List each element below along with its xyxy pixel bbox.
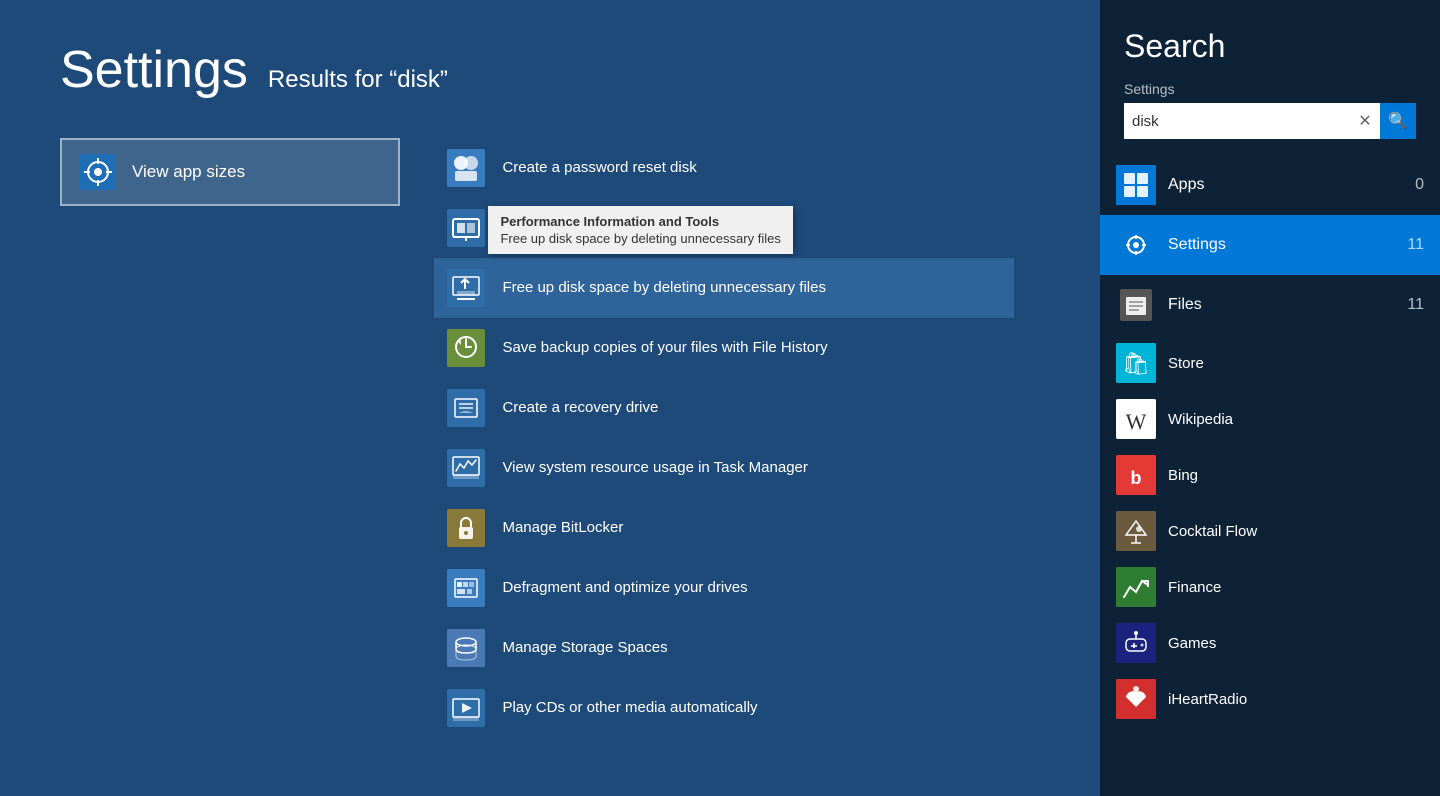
search-section: Settings ✕ 🔍 (1100, 81, 1440, 155)
sidebar-app-store[interactable]: 🛍 Store (1100, 335, 1440, 391)
search-submit-button[interactable]: 🔍 (1380, 103, 1416, 139)
storage-spaces-icon (446, 628, 486, 668)
search-clear-button[interactable]: ✕ (1350, 103, 1380, 139)
view-app-sizes-icon (78, 152, 118, 192)
wikipedia-icon: W (1116, 399, 1156, 439)
finance-icon (1116, 567, 1156, 607)
store-label: Store (1168, 355, 1204, 372)
result-recovery-drive[interactable]: Create a recovery drive (434, 378, 1014, 438)
view-app-sizes-label: View app sizes (132, 162, 245, 182)
defrag-label: Defragment and optimize your drives (502, 578, 747, 598)
bing-icon: b (1116, 455, 1156, 495)
games-icon (1116, 623, 1156, 663)
recovery-drive-label: Create a recovery drive (502, 398, 658, 418)
sidebar-category-apps[interactable]: Apps 0 (1100, 155, 1440, 215)
apps-category-count: 0 (1415, 176, 1424, 194)
svg-text:b: b (1131, 468, 1142, 488)
cocktail-label: Cocktail Flow (1168, 523, 1257, 540)
file-history-label: Save backup copies of your files with Fi… (502, 338, 827, 358)
search-section-label: Settings (1124, 81, 1416, 97)
sidebar: Search Settings ✕ 🔍 Apps 0 (1100, 0, 1440, 796)
files-category-icon (1116, 285, 1156, 325)
sidebar-app-games[interactable]: Games (1100, 615, 1440, 671)
sidebar-categories: Apps 0 Settings 11 (1100, 155, 1440, 796)
sidebar-category-settings[interactable]: Settings 11 (1100, 215, 1440, 275)
defrag-icon (446, 568, 486, 608)
search-box: ✕ 🔍 (1124, 103, 1416, 139)
sidebar-app-cocktail[interactable]: Cocktail Flow (1100, 503, 1440, 559)
format-partitions-icon (446, 208, 486, 248)
sidebar-category-files[interactable]: Files 11 (1100, 275, 1440, 335)
recovery-drive-icon (446, 388, 486, 428)
storage-spaces-label: Manage Storage Spaces (502, 638, 667, 658)
store-icon: 🛍 (1116, 343, 1156, 383)
password-reset-label: Create a password reset disk (502, 158, 696, 178)
sidebar-app-finance[interactable]: Finance (1100, 559, 1440, 615)
left-panel: View app sizes (60, 138, 410, 206)
tooltip-subtitle: Free up disk space by deleting unnecessa… (500, 231, 780, 246)
bitlocker-icon (446, 508, 486, 548)
page-title: Settings (60, 40, 248, 100)
bing-label: Bing (1168, 467, 1198, 484)
task-manager-icon (446, 448, 486, 488)
task-manager-label: View system resource usage in Task Manag… (502, 458, 807, 478)
header-row: Settings Results for “disk” (60, 40, 1040, 108)
settings-category-icon (1116, 225, 1156, 265)
results-subtitle: Results for “disk” (268, 66, 448, 94)
svg-text:🛍: 🛍 (1122, 351, 1150, 376)
iheart-icon (1116, 679, 1156, 719)
result-play-cds[interactable]: Play CDs or other media automatically (434, 678, 1014, 738)
svg-text:W: W (1126, 409, 1147, 434)
bitlocker-label: Manage BitLocker (502, 518, 623, 538)
results-panel: Create a password reset disk Create and … (434, 138, 1014, 738)
result-file-history[interactable]: Save backup copies of your files with Fi… (434, 318, 1014, 378)
main-content: Settings Results for “disk” View app siz… (0, 0, 1100, 796)
file-history-icon (446, 328, 486, 368)
result-storage-spaces[interactable]: Manage Storage Spaces (434, 618, 1014, 678)
result-free-disk-space[interactable]: Performance Information and Tools Free u… (434, 258, 1014, 318)
free-disk-space-label: Free up disk space by deleting unnecessa… (502, 278, 826, 298)
apps-category-icon (1116, 165, 1156, 205)
play-cds-icon (446, 688, 486, 728)
sidebar-app-wikipedia[interactable]: W Wikipedia (1100, 391, 1440, 447)
result-bitlocker[interactable]: Manage BitLocker (434, 498, 1014, 558)
finance-label: Finance (1168, 579, 1221, 596)
sidebar-title: Search (1100, 0, 1440, 81)
free-disk-space-icon (446, 268, 486, 308)
password-reset-icon (446, 148, 486, 188)
files-category-label: Files (1168, 296, 1407, 314)
result-task-manager[interactable]: View system resource usage in Task Manag… (434, 438, 1014, 498)
cocktail-icon (1116, 511, 1156, 551)
wikipedia-label: Wikipedia (1168, 411, 1233, 428)
tooltip: Performance Information and Tools Free u… (488, 206, 792, 254)
settings-category-label: Settings (1168, 236, 1407, 254)
sidebar-app-bing[interactable]: b Bing (1100, 447, 1440, 503)
view-app-sizes-item[interactable]: View app sizes (60, 138, 400, 206)
search-input[interactable] (1124, 103, 1350, 139)
files-category-count: 11 (1407, 296, 1424, 314)
tooltip-title: Performance Information and Tools (500, 214, 780, 229)
result-password-reset[interactable]: Create a password reset disk (434, 138, 1014, 198)
iheart-label: iHeartRadio (1168, 691, 1247, 708)
result-defrag[interactable]: Defragment and optimize your drives (434, 558, 1014, 618)
sidebar-app-iheart[interactable]: iHeartRadio (1100, 671, 1440, 727)
games-label: Games (1168, 635, 1216, 652)
settings-category-count: 11 (1407, 236, 1424, 254)
apps-category-label: Apps (1168, 176, 1415, 194)
play-cds-label: Play CDs or other media automatically (502, 698, 757, 718)
